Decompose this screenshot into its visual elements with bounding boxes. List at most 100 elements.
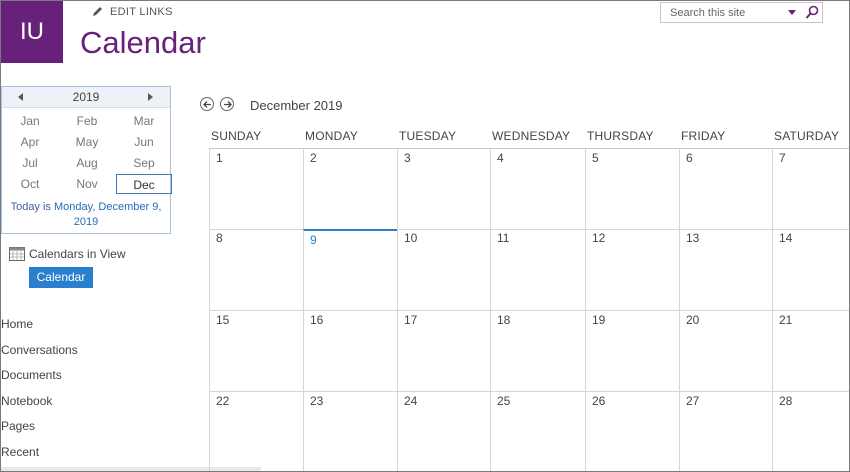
day-number[interactable]: 25	[497, 394, 510, 408]
next-year-icon[interactable]	[148, 93, 153, 101]
calendars-in-view-label: Calendars in View	[29, 247, 126, 261]
day-header-sunday: SUNDAY	[211, 129, 262, 143]
day-cell[interactable]: 7	[772, 149, 849, 230]
month-dec[interactable]: Dec	[116, 174, 172, 194]
day-number[interactable]: 14	[779, 231, 792, 245]
day-cell[interactable]: 17	[397, 311, 490, 392]
day-number[interactable]: 22	[216, 394, 229, 408]
search-scope-dropdown-icon[interactable]	[788, 10, 796, 15]
nav-item-recent[interactable]: Recent	[1, 445, 39, 459]
day-cell[interactable]: 18	[490, 311, 585, 392]
month-jun[interactable]: Jun	[116, 132, 172, 152]
month-nov[interactable]: Nov	[59, 174, 115, 194]
month-may[interactable]: May	[59, 132, 115, 152]
day-number[interactable]: 16	[310, 313, 323, 327]
day-number[interactable]: 13	[686, 231, 699, 245]
search-input[interactable]: Search this site	[670, 7, 745, 19]
month-feb[interactable]: Feb	[59, 111, 115, 131]
day-number[interactable]: 27	[686, 394, 699, 408]
edit-links-label: EDIT LINKS	[110, 5, 173, 18]
day-cell[interactable]: 20	[679, 311, 772, 392]
day-cell[interactable]: 2	[303, 149, 397, 230]
page-frame: IU EDIT LINKS Calendar Search this site …	[0, 0, 850, 472]
nav-item-conversations[interactable]: Conversations	[1, 343, 78, 357]
day-cell[interactable]: 21	[772, 311, 849, 392]
day-number[interactable]: 21	[779, 313, 792, 327]
pencil-icon	[93, 7, 102, 16]
day-number[interactable]: 9	[310, 233, 317, 247]
month-aug[interactable]: Aug	[59, 153, 115, 173]
month-navigation	[200, 97, 234, 111]
day-header-friday: FRIDAY	[681, 129, 726, 143]
day-cell[interactable]: 1	[209, 149, 303, 230]
nav-item-home[interactable]: Home	[1, 317, 33, 331]
day-number[interactable]: 15	[216, 313, 229, 327]
day-number[interactable]: 6	[686, 151, 693, 165]
day-number[interactable]: 8	[216, 231, 223, 245]
day-header-saturday: SATURDAY	[774, 129, 840, 143]
month-sep[interactable]: Sep	[116, 153, 172, 173]
day-number[interactable]: 28	[779, 394, 792, 408]
nav-item-notebook[interactable]: Notebook	[1, 394, 52, 408]
day-cell[interactable]: 27	[679, 392, 772, 471]
prev-month-button[interactable]	[200, 97, 214, 111]
day-cell[interactable]: 11	[490, 229, 585, 311]
day-cell[interactable]: 19	[585, 311, 679, 392]
day-number[interactable]: 5	[592, 151, 599, 165]
month-apr[interactable]: Apr	[2, 132, 58, 152]
day-cell[interactable]: 3	[397, 149, 490, 230]
day-cell[interactable]: 25	[490, 392, 585, 471]
nav-item-pages[interactable]: Pages	[1, 419, 35, 433]
day-number[interactable]: 18	[497, 313, 510, 327]
day-cell[interactable]: 6	[679, 149, 772, 230]
day-number[interactable]: 12	[592, 231, 605, 245]
next-month-button[interactable]	[220, 97, 234, 111]
day-number[interactable]: 24	[404, 394, 417, 408]
day-cell[interactable]: 14	[772, 229, 849, 311]
day-cell[interactable]: 10	[397, 229, 490, 311]
day-cell[interactable]: 8	[209, 229, 303, 311]
day-cell[interactable]: 28	[772, 392, 849, 471]
day-cell[interactable]: 24	[397, 392, 490, 471]
calendar-chip[interactable]: Calendar	[29, 267, 93, 288]
picker-year: 2019	[72, 90, 100, 104]
day-number[interactable]: 20	[686, 313, 699, 327]
arrow-right-icon	[223, 100, 232, 108]
day-number[interactable]: 11	[497, 231, 509, 245]
day-number[interactable]: 17	[404, 313, 417, 327]
day-number[interactable]: 1	[216, 151, 223, 165]
day-number[interactable]: 19	[592, 313, 605, 327]
nav-item-documents[interactable]: Documents	[1, 368, 62, 382]
day-number[interactable]: 3	[404, 151, 411, 165]
month-jan[interactable]: Jan	[2, 111, 58, 131]
day-cell[interactable]: 16	[303, 311, 397, 392]
day-cell[interactable]: 15	[209, 311, 303, 392]
day-cell[interactable]: 26	[585, 392, 679, 471]
month-mar[interactable]: Mar	[116, 111, 172, 131]
day-cell[interactable]: 12	[585, 229, 679, 311]
search-box[interactable]: Search this site	[660, 2, 823, 23]
day-header-tuesday: TUESDAY	[399, 129, 457, 143]
calendars-in-view: Calendars in View	[9, 247, 126, 261]
day-number[interactable]: 7	[779, 151, 786, 165]
day-cell[interactable]: 13	[679, 229, 772, 311]
day-number[interactable]: 4	[497, 151, 504, 165]
day-cell[interactable]: 4	[490, 149, 585, 230]
site-logo-text: IU	[20, 18, 44, 45]
day-number[interactable]: 10	[404, 231, 417, 245]
day-number[interactable]: 23	[310, 394, 323, 408]
search-icon[interactable]	[804, 4, 821, 21]
day-number[interactable]: 26	[592, 394, 605, 408]
day-header-monday: MONDAY	[305, 129, 358, 143]
date-picker-header: 2019	[2, 87, 170, 108]
edit-links-button[interactable]: EDIT LINKS	[91, 5, 173, 18]
day-number[interactable]: 2	[310, 151, 317, 165]
day-cell[interactable]: 5	[585, 149, 679, 230]
month-jul[interactable]: Jul	[2, 153, 58, 173]
day-cell[interactable]: 22	[209, 392, 303, 471]
day-cell[interactable]: 23	[303, 392, 397, 471]
today-link[interactable]: Monday, December 9, 2019	[54, 201, 161, 228]
day-cell[interactable]: 9	[303, 229, 397, 311]
site-logo[interactable]: IU	[1, 1, 63, 63]
month-oct[interactable]: Oct	[2, 174, 58, 194]
